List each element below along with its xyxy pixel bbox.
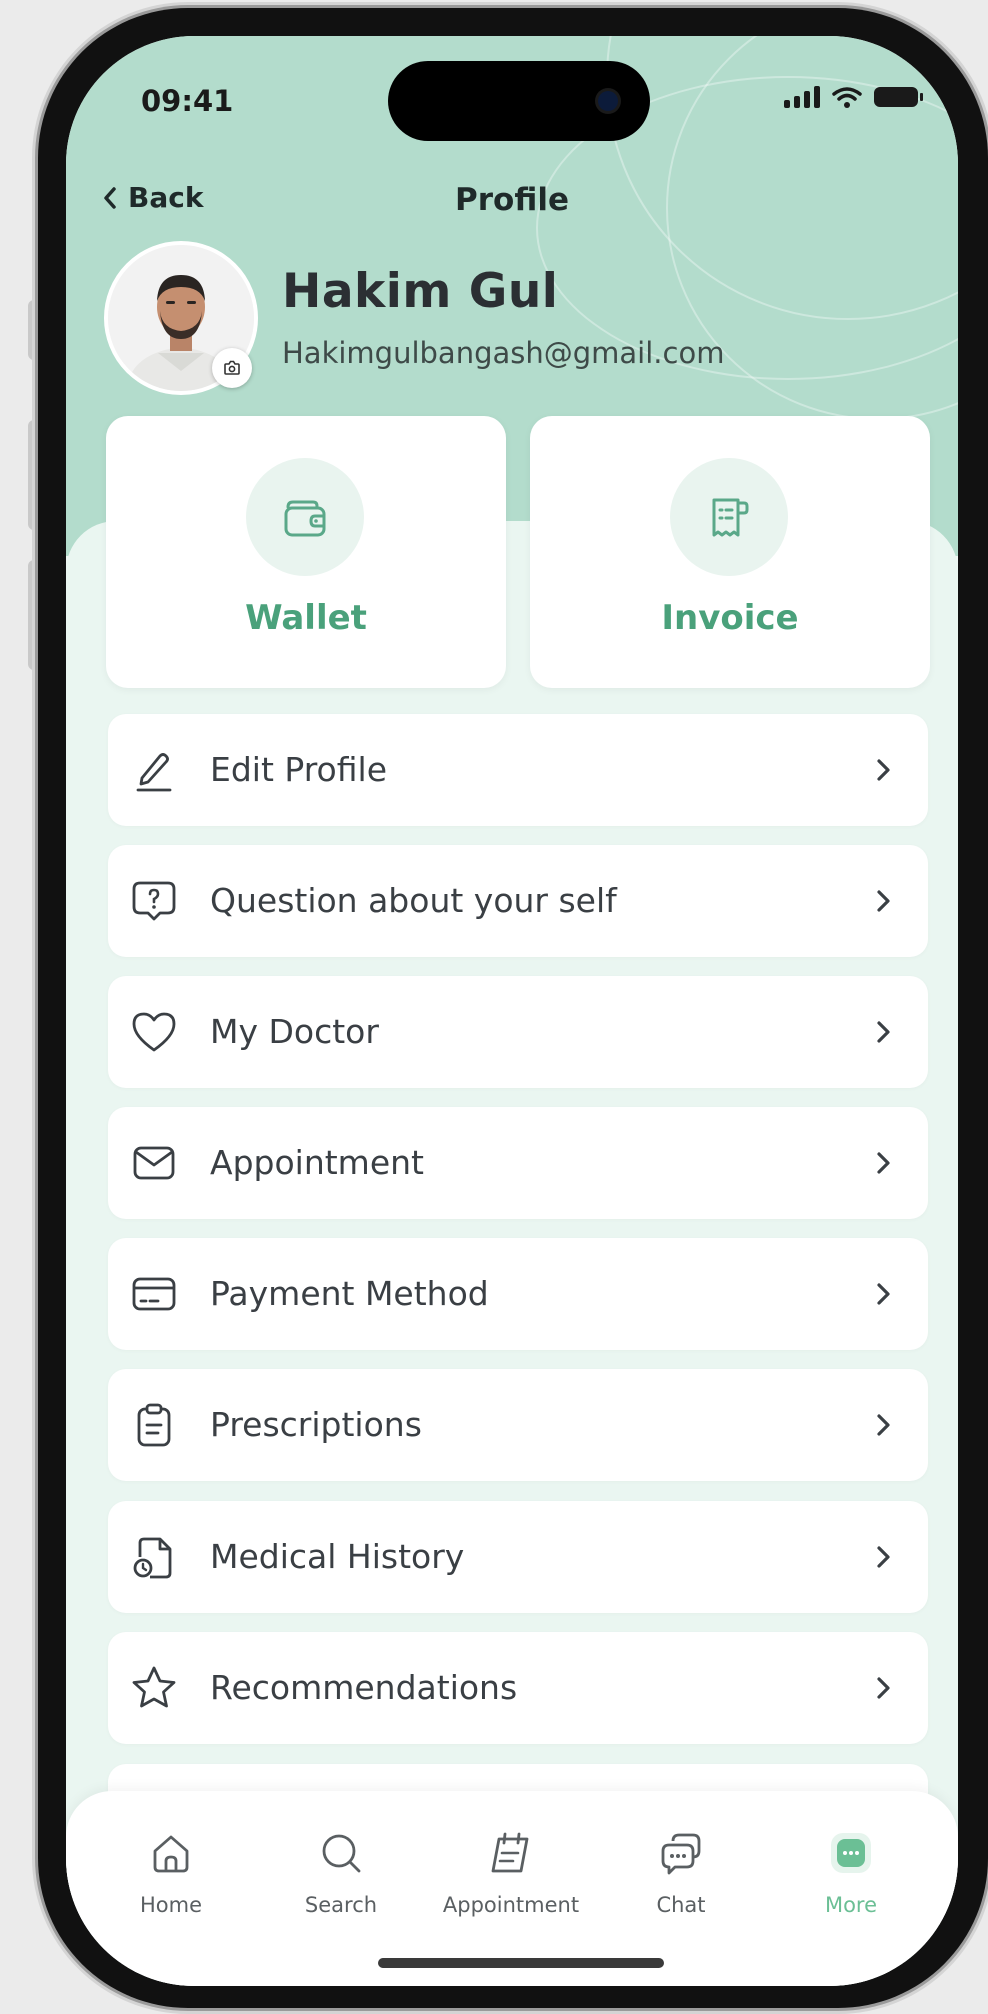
user-email: Hakimgulbangash@gmail.com	[282, 336, 725, 370]
menu-label: Prescriptions	[210, 1405, 422, 1444]
chevron-right-icon	[877, 1152, 890, 1174]
nav-item-appointment[interactable]: Appointment	[436, 1829, 586, 1929]
menu-label: Medical History	[210, 1537, 465, 1576]
menu-label: Question about your self	[210, 881, 617, 920]
menu-item-question-about-yourself[interactable]: Question about your self	[108, 845, 928, 957]
chevron-right-icon	[877, 1283, 890, 1305]
page-title: Profile	[455, 182, 569, 218]
calendar-icon	[491, 1832, 529, 1873]
change-photo-button[interactable]	[212, 348, 252, 388]
more-icon	[831, 1833, 871, 1873]
wallet-icon-badge	[246, 458, 364, 576]
mail-icon	[133, 1146, 175, 1180]
chevron-right-icon	[877, 890, 890, 912]
nav-label: More	[824, 1893, 878, 1917]
chevron-right-icon	[877, 1677, 890, 1699]
camera-icon	[224, 360, 240, 375]
nav-item-home[interactable]: Home	[96, 1829, 246, 1929]
nav-item-search[interactable]: Search	[266, 1829, 416, 1929]
invoice-label: Invoice	[661, 598, 799, 638]
heart-icon	[132, 1012, 176, 1052]
dynamic-island	[388, 61, 650, 141]
menu-item-medical-history[interactable]: Medical History	[108, 1501, 928, 1613]
wifi-icon	[832, 87, 862, 108]
nav-item-more[interactable]: More	[776, 1829, 926, 1929]
menu-label: Recommendations	[210, 1668, 518, 1707]
search-icon	[322, 1834, 361, 1873]
invoice-icon	[712, 498, 749, 537]
user-name: Hakim Gul	[282, 264, 559, 319]
wallet-card[interactable]: Wallet	[106, 416, 506, 688]
menu-label: Edit Profile	[210, 750, 388, 789]
clipboard-icon	[137, 1403, 171, 1447]
chevron-right-icon	[877, 1414, 890, 1436]
app-screen: 09:41 Back Profile Hakim Gul Hakimgulban…	[66, 36, 958, 1986]
menu-label: Appointment	[210, 1143, 424, 1182]
bottom-nav: Home Search Appointment Chat More	[66, 1791, 958, 1986]
menu-item-my-doctor[interactable]: My Doctor	[108, 976, 928, 1088]
menu-item-edit-profile[interactable]: Edit Profile	[108, 714, 928, 826]
camera-icon	[598, 91, 618, 111]
nav-label: Appointment	[442, 1893, 580, 1917]
menu-item-prescriptions[interactable]: Prescriptions	[108, 1369, 928, 1481]
menu-label: My Doctor	[210, 1012, 379, 1051]
menu-item-recommendations[interactable]: Recommendations	[108, 1632, 928, 1744]
chevron-right-icon	[877, 759, 890, 781]
status-time: 09:41	[141, 84, 234, 118]
nav-label: Home	[139, 1893, 202, 1917]
chevron-right-icon	[877, 1021, 890, 1043]
pen-icon	[136, 753, 172, 792]
wallet-label: Wallet	[245, 598, 367, 638]
menu-label: Payment Method	[210, 1274, 489, 1313]
invoice-card[interactable]: Invoice	[530, 416, 930, 688]
invoice-icon-badge	[670, 458, 788, 576]
nav-label: Search	[304, 1893, 378, 1917]
chevron-right-icon	[877, 1546, 890, 1568]
chat-icon	[661, 1833, 701, 1875]
wallet-icon	[284, 500, 326, 537]
home-icon	[153, 1835, 189, 1873]
medical-history-icon	[133, 1537, 172, 1579]
home-indicator	[378, 1958, 664, 1968]
battery-icon	[874, 87, 923, 107]
nav-label: Chat	[656, 1893, 706, 1917]
signal-icon	[784, 86, 820, 108]
question-bubble-icon	[132, 881, 176, 921]
star-icon	[132, 1666, 176, 1708]
card-icon	[132, 1277, 176, 1311]
nav-item-chat[interactable]: Chat	[606, 1829, 756, 1929]
menu-item-payment-method[interactable]: Payment Method	[108, 1238, 928, 1350]
menu-item-appointment[interactable]: Appointment	[108, 1107, 928, 1219]
status-icons	[784, 86, 923, 108]
